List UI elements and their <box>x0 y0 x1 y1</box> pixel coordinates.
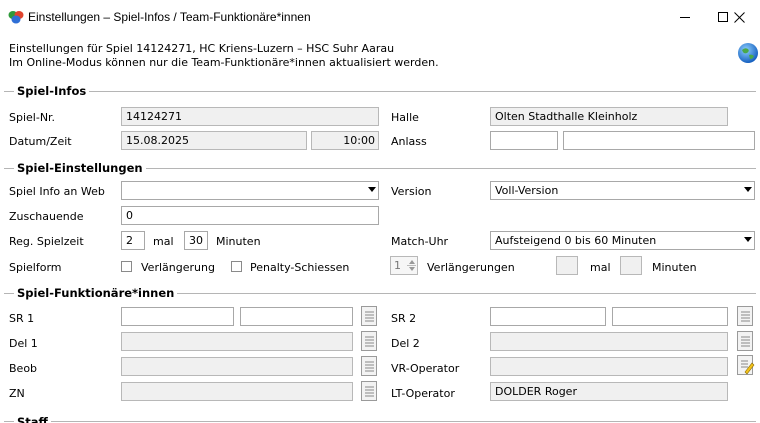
anlass-field-2[interactable] <box>563 131 755 150</box>
del1-field[interactable] <box>121 332 353 351</box>
spielzeit-minutes-field[interactable]: 30 <box>184 231 208 250</box>
vr-operator-edit-icon[interactable] <box>736 354 755 376</box>
sr1-label: SR 1 <box>9 312 35 325</box>
spielform-label: Spielform <box>9 261 62 274</box>
verl-mal-field[interactable] <box>556 256 578 275</box>
title-bar: Einstellungen – Spiel-Infos / Team-Funkt… <box>0 0 760 34</box>
section-title-spiel-einstellungen: Spiel-Einstellungen <box>14 161 146 175</box>
verlaengerungen-label: Verlängerungen <box>427 261 515 274</box>
minuten2-label: Minuten <box>652 261 697 274</box>
web-label: Spiel Info an Web <box>9 185 105 198</box>
halle-label: Halle <box>391 111 419 124</box>
dropdown-arrow-icon <box>744 237 752 242</box>
zuschauende-label: Zuschauende <box>9 210 84 223</box>
vr-operator-label: VR-Operator <box>391 362 460 375</box>
sr2-field-1[interactable] <box>490 307 606 326</box>
section-title-spiel-infos: Spiel-Infos <box>14 84 90 98</box>
globe-icon[interactable] <box>737 42 759 64</box>
vr-operator-field[interactable] <box>490 357 728 376</box>
close-button[interactable] <box>716 0 760 34</box>
stepper-up-icon[interactable] <box>409 260 415 264</box>
zn-picker-icon[interactable] <box>360 380 379 402</box>
window-title: Einstellungen – Spiel-Infos / Team-Funkt… <box>28 10 311 24</box>
verlaengerungen-stepper[interactable]: 1 <box>390 256 418 275</box>
spielnr-label: Spiel-Nr. <box>9 111 56 124</box>
penalty-checkbox[interactable] <box>231 261 242 272</box>
datum-field[interactable]: 15.08.2025 <box>121 131 307 150</box>
spielnr-field[interactable]: 14124271 <box>121 107 379 126</box>
del2-picker-icon[interactable] <box>736 330 755 352</box>
del1-label: Del 1 <box>9 337 38 350</box>
sr2-field-2[interactable] <box>612 307 728 326</box>
matchuhr-select[interactable]: Aufsteigend 0 bis 60 Minuten <box>490 231 755 250</box>
lt-operator-label: LT-Operator <box>391 387 455 400</box>
version-select-value: Voll-Version <box>495 184 559 197</box>
matchuhr-select-value: Aufsteigend 0 bis 60 Minuten <box>495 234 657 247</box>
section-funktionaere: Spiel-Funktionäre*innen <box>4 286 756 300</box>
beob-picker-icon[interactable] <box>360 355 379 377</box>
dropdown-arrow-icon <box>368 187 376 192</box>
datum-label: Datum/Zeit <box>9 135 72 148</box>
version-label: Version <box>391 185 432 198</box>
anlass-field-1[interactable] <box>490 131 558 150</box>
section-title-funktionaere: Spiel-Funktionäre*innen <box>14 286 178 300</box>
zn-field[interactable] <box>121 382 353 401</box>
dropdown-arrow-icon <box>744 187 752 192</box>
section-staff: Staff <box>4 415 756 423</box>
stepper-divider <box>407 265 416 266</box>
sr1-field-2[interactable] <box>240 307 353 326</box>
close-icon <box>733 11 745 23</box>
spielzeit-label: Reg. Spielzeit <box>9 235 84 248</box>
verl-minutes-field[interactable] <box>620 256 642 275</box>
minuten-label: Minuten <box>216 235 261 248</box>
app-icon <box>8 11 24 24</box>
spielzeit-count-field[interactable]: 2 <box>121 231 145 250</box>
stepper-down-icon[interactable] <box>409 267 415 271</box>
zn-label: ZN <box>9 387 25 400</box>
section-title-staff: Staff <box>14 415 51 423</box>
section-spiel-infos: Spiel-Infos <box>4 84 756 98</box>
web-select[interactable] <box>121 181 379 200</box>
minimize-icon <box>679 16 690 18</box>
del1-picker-icon[interactable] <box>360 330 379 352</box>
beob-field[interactable] <box>121 357 353 376</box>
zuschauende-field[interactable]: 0 <box>121 206 379 225</box>
verlaengerung-label: Verlängerung <box>141 261 215 274</box>
zeit-field[interactable]: 10:00 <box>311 131 379 150</box>
section-spiel-einstellungen: Spiel-Einstellungen <box>4 161 756 175</box>
sr2-label: SR 2 <box>391 312 417 325</box>
mal-label: mal <box>153 235 174 248</box>
verlaengerungen-stepper-value: 1 <box>394 259 401 272</box>
anlass-label: Anlass <box>391 135 427 148</box>
del2-field[interactable] <box>490 332 728 351</box>
sr2-picker-icon[interactable] <box>736 305 755 327</box>
version-select[interactable]: Voll-Version <box>490 181 755 200</box>
info-line-1: Einstellungen für Spiel 14124271, HC Kri… <box>9 42 395 55</box>
verlaengerung-checkbox[interactable] <box>121 261 132 272</box>
matchuhr-label: Match-Uhr <box>391 235 449 248</box>
beob-label: Beob <box>9 362 38 375</box>
sr1-picker-icon[interactable] <box>360 305 379 327</box>
mal2-label: mal <box>590 261 611 274</box>
lt-operator-field[interactable]: DOLDER Roger <box>490 382 728 401</box>
sr1-field-1[interactable] <box>121 307 234 326</box>
halle-field[interactable]: Olten Stadthalle Kleinholz <box>490 107 728 126</box>
del2-label: Del 2 <box>391 337 420 350</box>
info-line-2: Im Online-Modus können nur die Team-Funk… <box>9 56 439 69</box>
penalty-label: Penalty-Schiessen <box>250 261 350 274</box>
